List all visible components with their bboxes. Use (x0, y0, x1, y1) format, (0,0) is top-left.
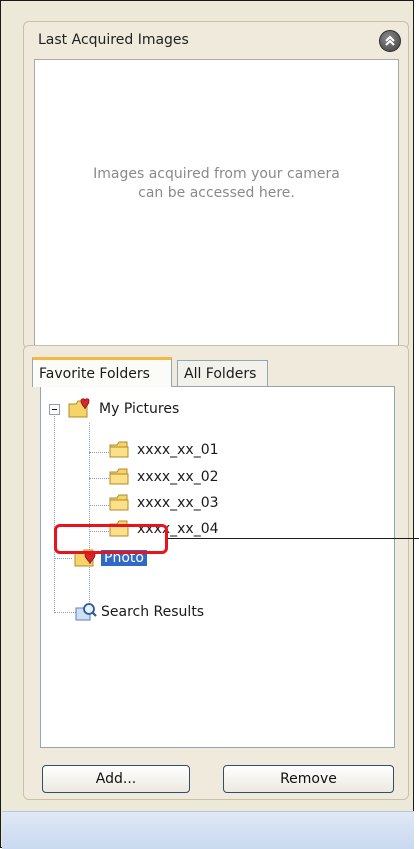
tab-all-folders[interactable]: All Folders (177, 360, 268, 386)
last-acquired-panel: Last Acquired Images Images acquired fro… (23, 21, 409, 349)
favorite-folder-icon (68, 398, 90, 418)
tree-line (89, 452, 109, 453)
folder-icon (109, 441, 129, 458)
folder-icon (109, 494, 129, 511)
folder-tree[interactable]: My Pictures xxxx_xx_01 xxxx_xx_02 xxxx_x… (40, 386, 395, 748)
acquired-images-message: Images acquired from your camera can be … (93, 165, 340, 201)
acquired-images-area[interactable]: Images acquired from your camera can be … (34, 59, 399, 346)
tree-line (89, 478, 109, 479)
tree-item-label: xxxx_xx_03 (137, 495, 219, 511)
tree-line (89, 505, 109, 506)
tree-item-search-results[interactable]: Search Results (75, 601, 204, 623)
add-button[interactable]: Add... (42, 765, 190, 793)
tree-line (54, 612, 76, 613)
tree-item-my-pictures[interactable]: My Pictures (67, 398, 179, 420)
tree-line (54, 416, 55, 613)
tree-item-label: Search Results (101, 604, 205, 620)
callout-highlight (54, 524, 168, 554)
remove-button[interactable]: Remove (223, 765, 394, 793)
folder-icon (109, 468, 129, 485)
folders-panel: Favorite Folders All Folders My Pictures (23, 345, 409, 800)
tree-item-label: xxxx_xx_02 (137, 469, 219, 485)
tree-item-label: My Pictures (99, 401, 180, 417)
favorites-pane: Last Acquired Images Images acquired fro… (0, 0, 414, 849)
callout-line (168, 538, 419, 539)
status-strip (2, 811, 414, 849)
tree-item-folder[interactable]: xxxx_xx_03 (109, 494, 219, 512)
tree-item-folder[interactable]: xxxx_xx_01 (109, 441, 219, 459)
collapse-toggle[interactable] (49, 404, 60, 415)
last-acquired-title: Last Acquired Images (38, 32, 189, 48)
tree-item-folder[interactable]: xxxx_xx_02 (109, 468, 219, 486)
collapse-button[interactable] (379, 30, 401, 52)
double-chevron-up-icon (385, 35, 395, 46)
tree-item-label: xxxx_xx_01 (137, 442, 219, 458)
tree-line (54, 558, 72, 559)
search-results-icon (75, 603, 97, 621)
tab-favorite-folders[interactable]: Favorite Folders (32, 357, 172, 387)
